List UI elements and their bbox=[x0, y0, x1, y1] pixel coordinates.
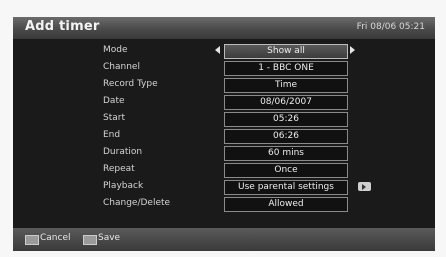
end-value[interactable]: 06:26 bbox=[224, 129, 348, 144]
title-bar: Add timer Fri 08/06 05:21 bbox=[13, 17, 435, 39]
row-record-type[interactable]: Record Type Time bbox=[13, 77, 435, 93]
change-delete-value[interactable]: Allowed bbox=[224, 197, 348, 212]
repeat-label: Repeat bbox=[103, 164, 135, 174]
row-channel[interactable]: Channel 1 - BBC ONE bbox=[13, 60, 435, 76]
save-button[interactable]: Save bbox=[98, 233, 120, 243]
mode-value[interactable]: Show all bbox=[224, 44, 348, 59]
playback-label: Playback bbox=[103, 181, 144, 191]
tv-screen: Add timer Fri 08/06 05:21 Mode Show all … bbox=[13, 17, 435, 251]
arrow-left-icon[interactable] bbox=[215, 46, 220, 54]
channel-label: Channel bbox=[103, 62, 140, 72]
row-repeat[interactable]: Repeat Once bbox=[13, 162, 435, 178]
arrow-right-icon[interactable] bbox=[350, 46, 355, 54]
repeat-value[interactable]: Once bbox=[224, 163, 348, 178]
cancel-key-icon[interactable] bbox=[25, 235, 39, 245]
start-value[interactable]: 05:26 bbox=[224, 112, 348, 127]
duration-value[interactable]: 60 mins bbox=[224, 146, 348, 161]
row-mode[interactable]: Mode Show all bbox=[13, 43, 435, 59]
page-title: Add timer bbox=[25, 19, 100, 34]
date-time: Fri 08/06 05:21 bbox=[356, 22, 425, 32]
record-type-label: Record Type bbox=[103, 79, 158, 89]
start-label: Start bbox=[103, 113, 125, 123]
change-delete-label: Change/Delete bbox=[103, 198, 171, 208]
row-duration[interactable]: Duration 60 mins bbox=[13, 145, 435, 161]
mode-label: Mode bbox=[103, 45, 128, 55]
footer-bar: Cancel Save bbox=[13, 228, 435, 251]
info-icon[interactable] bbox=[358, 182, 371, 191]
row-end[interactable]: End 06:26 bbox=[13, 128, 435, 144]
row-change-delete[interactable]: Change/Delete Allowed bbox=[13, 196, 435, 212]
date-label: Date bbox=[103, 96, 125, 106]
row-start[interactable]: Start 05:26 bbox=[13, 111, 435, 127]
channel-value[interactable]: 1 - BBC ONE bbox=[224, 61, 348, 76]
date-value[interactable]: 08/06/2007 bbox=[224, 95, 348, 110]
record-type-value[interactable]: Time bbox=[224, 78, 348, 93]
playback-value[interactable]: Use parental settings bbox=[224, 180, 348, 195]
row-date[interactable]: Date 08/06/2007 bbox=[13, 94, 435, 110]
timer-form: Mode Show all Channel 1 - BBC ONE Record… bbox=[13, 39, 435, 228]
cancel-button[interactable]: Cancel bbox=[40, 233, 71, 243]
row-playback[interactable]: Playback Use parental settings bbox=[13, 179, 435, 195]
end-label: End bbox=[103, 130, 121, 140]
duration-label: Duration bbox=[103, 147, 143, 157]
save-key-icon[interactable] bbox=[83, 235, 97, 245]
